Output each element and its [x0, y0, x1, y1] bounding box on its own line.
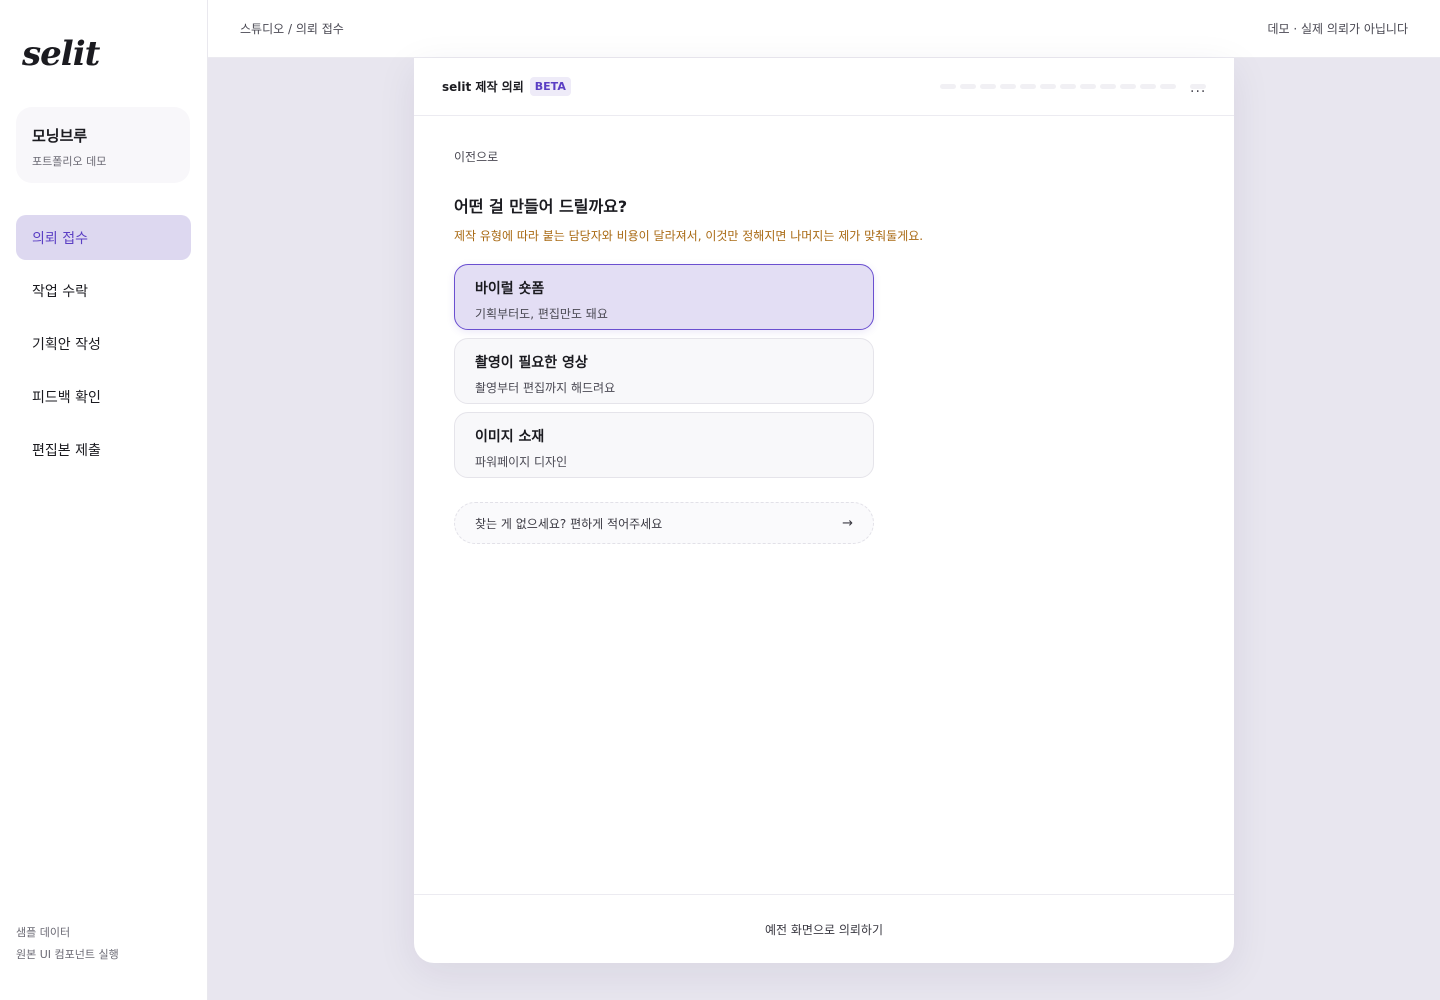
sidebar-item-check-feedback[interactable]: 피드백 확인	[16, 374, 191, 419]
progress-step	[1000, 84, 1016, 89]
progress-step	[1100, 84, 1116, 89]
more-icon[interactable]: ···	[1190, 84, 1206, 100]
sidebar-item-submit-edit[interactable]: 편집본 제출	[16, 427, 191, 472]
progress-step	[1060, 84, 1076, 89]
option-title: 촬영이 필요한 영상	[475, 355, 588, 371]
card-body: 이전으로 어떤 걸 만들어 드릴까요? 제작 유형에 따라 붙는 담당자와 비용…	[414, 116, 1234, 576]
progress-step	[940, 84, 956, 89]
option-viral-shortform[interactable]: 바이럴 숏폼 기획부터도, 편집만도 돼요	[454, 264, 874, 330]
demo-notice: 데모 · 실제 의뢰가 아닙니다	[1267, 22, 1408, 36]
brand-logo[interactable]: selit	[22, 34, 100, 74]
run-original-ui-note: 원본 UI 컴포넌트 실행	[16, 948, 119, 961]
request-card: selit 제작 의뢰 BETA ··· 이전으로 어떤 걸 만들어 드릴까요?…	[414, 58, 1234, 963]
custom-request-button[interactable]: 찾는 게 없으세요? 편하게 적어주세요 →	[454, 502, 874, 544]
sample-data-note: 샘플 데이터	[16, 926, 71, 939]
arrow-right-icon: →	[842, 515, 853, 531]
sidebar: selit 모닝브루 포트폴리오 데모 의뢰 접수 작업 수락 기획안 작성 피…	[0, 0, 208, 1000]
sidebar-item-label: 기획안 작성	[32, 336, 101, 353]
question-hint: 제작 유형에 따라 붙는 담당자와 비용이 달라져서, 이것만 정해지면 나머지…	[454, 229, 924, 243]
option-description: 촬영부터 편집까지 해드려요	[475, 381, 616, 395]
breadcrumb: 스튜디오 / 의뢰 접수	[240, 22, 344, 36]
question-title: 어떤 걸 만들어 드릴까요?	[454, 197, 628, 216]
workspace-card[interactable]: 모닝브루 포트폴리오 데모	[16, 107, 190, 183]
back-link[interactable]: 이전으로	[454, 148, 1194, 165]
topbar: 스튜디오 / 의뢰 접수 데모 · 실제 의뢰가 아닙니다	[208, 0, 1440, 58]
card-title: selit 제작 의뢰 BETA	[442, 77, 571, 96]
sidebar-item-label: 편집본 제출	[32, 442, 101, 459]
option-description: 기획부터도, 편집만도 돼요	[475, 307, 608, 321]
option-image-asset[interactable]: 이미지 소재 파워페이지 디자인	[454, 412, 874, 478]
sidebar-item-label: 의뢰 접수	[32, 230, 88, 247]
workspace-name: 모닝브루	[32, 127, 88, 145]
workspace-subtitle: 포트폴리오 데모	[32, 155, 107, 168]
option-title: 이미지 소재	[475, 429, 545, 445]
progress-step	[1160, 84, 1176, 89]
custom-request-label: 찾는 게 없으세요? 편하게 적어주세요	[475, 516, 663, 531]
progress-step	[1140, 84, 1156, 89]
sidebar-item-label: 작업 수락	[32, 283, 88, 300]
progress-indicator: ···	[940, 84, 1206, 100]
progress-step	[980, 84, 996, 89]
card-footer: 예전 화면으로 의뢰하기	[414, 894, 1234, 963]
card-title-text: selit 제작 의뢰	[442, 80, 524, 94]
option-title: 바이럴 숏폼	[475, 281, 545, 297]
option-filmed-video[interactable]: 촬영이 필요한 영상 촬영부터 편집까지 해드려요	[454, 338, 874, 404]
card-header: selit 제작 의뢰 BETA ···	[414, 58, 1234, 116]
sidebar-item-request-intake[interactable]: 의뢰 접수	[16, 215, 191, 260]
legacy-request-link[interactable]: 예전 화면으로 의뢰하기	[765, 921, 883, 938]
progress-step	[1040, 84, 1056, 89]
sidebar-item-write-plan[interactable]: 기획안 작성	[16, 321, 191, 366]
beta-badge: BETA	[529, 77, 571, 96]
sidebar-footer: 샘플 데이터 원본 UI 컴포넌트 실행	[16, 922, 119, 966]
progress-step	[1120, 84, 1136, 89]
progress-step	[1020, 84, 1036, 89]
option-description: 파워페이지 디자인	[475, 455, 568, 469]
sidebar-item-label: 피드백 확인	[32, 389, 101, 406]
progress-step	[1080, 84, 1096, 89]
sidebar-item-accept-job[interactable]: 작업 수락	[16, 268, 191, 313]
option-list: 바이럴 숏폼 기획부터도, 편집만도 돼요 촬영이 필요한 영상 촬영부터 편집…	[454, 264, 874, 478]
sidebar-nav: 의뢰 접수 작업 수락 기획안 작성 피드백 확인 편집본 제출	[16, 215, 191, 480]
progress-step	[960, 84, 976, 89]
